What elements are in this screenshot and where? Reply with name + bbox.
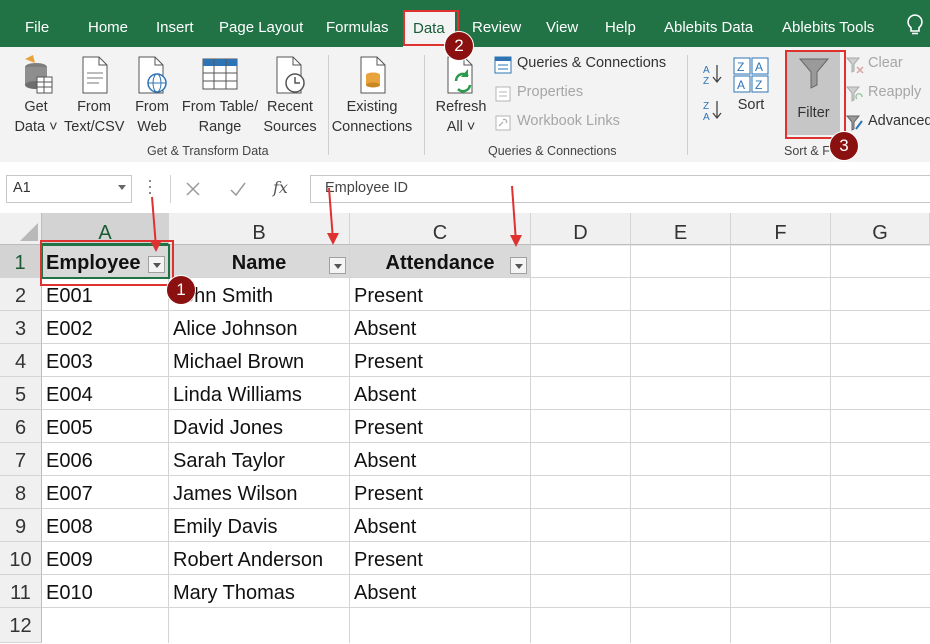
red-arrow-icon bbox=[511, 185, 517, 243]
red-arrowhead-icon bbox=[150, 240, 162, 252]
red-arrow-icon bbox=[328, 187, 334, 241]
step-badge-3: 3 bbox=[829, 131, 859, 161]
red-arrowhead-icon bbox=[327, 233, 339, 245]
annotation-arrows bbox=[150, 185, 522, 252]
red-arrow-icon bbox=[151, 196, 157, 248]
step-badge-1: 1 bbox=[166, 275, 196, 305]
step-badge-2: 2 bbox=[444, 31, 474, 61]
red-arrowhead-icon bbox=[510, 235, 522, 247]
